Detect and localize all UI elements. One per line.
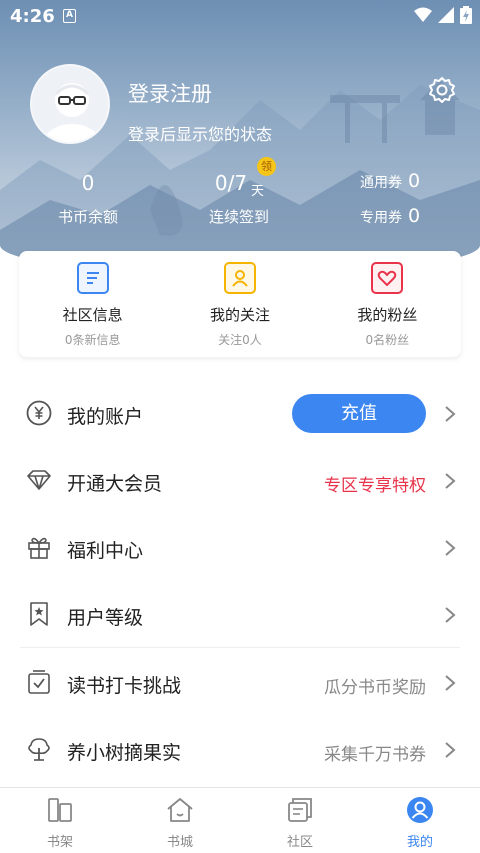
yen-coin-icon <box>26 400 52 426</box>
bottom-navigation: 书架 书城 社区 我的 <box>0 787 480 853</box>
heart-icon <box>371 262 404 294</box>
chevron-right-icon <box>445 742 456 758</box>
user-level-label: 用户等级 <box>67 607 144 629</box>
tree-game-row[interactable]: 养小树摘果实 采集千万书券 <box>0 716 480 783</box>
login-status-hint: 登录后显示您的状态 <box>128 125 273 144</box>
balance-label: 书币余额 <box>57 208 118 226</box>
following-sub: 关注0人 <box>218 333 262 347</box>
diamond-icon <box>27 470 51 490</box>
checkin-value[interactable]: 0/7 <box>206 171 256 195</box>
special-coupon[interactable]: 专用券 0 <box>360 205 420 227</box>
social-card: 社区信息 0条新信息 我的关注 关注0人 我的粉丝 0名粉丝 <box>19 251 461 357</box>
nav-bookstore-label: 书城 <box>166 835 193 850</box>
user-level-row[interactable]: 用户等级 <box>0 581 480 648</box>
wifi-icon <box>414 7 432 22</box>
nav-community[interactable]: 社区 <box>240 788 360 853</box>
nav-mine-label: 我的 <box>406 835 433 850</box>
chevron-right-icon <box>445 607 456 623</box>
following-title: 我的关注 <box>209 306 270 324</box>
battery-icon <box>460 6 472 24</box>
checkin-label: 连续签到 <box>208 208 269 226</box>
my-account-label: 我的账户 <box>67 406 144 428</box>
general-coupon-value: 0 <box>408 170 421 192</box>
gear-icon[interactable] <box>428 76 456 104</box>
status-bar: 4:26 A <box>0 0 480 32</box>
bookshelf-icon <box>48 798 72 822</box>
login-register-link[interactable]: 登录注册 <box>128 78 212 108</box>
nav-mine[interactable]: 我的 <box>360 788 480 853</box>
fans-sub: 0名粉丝 <box>365 333 410 347</box>
home-icon <box>167 798 193 822</box>
reading-challenge-label: 读书打卡挑战 <box>67 675 182 697</box>
profile-page: 4:26 A 登录注册 登录后显示您的状态 0 书币余额 0/7 天 领 连续签… <box>0 0 480 853</box>
gift-icon <box>28 537 50 559</box>
chevron-right-icon <box>445 473 456 489</box>
balance-value[interactable]: 0 <box>58 171 118 195</box>
nav-community-label: 社区 <box>286 835 313 850</box>
notification-a-icon: A <box>63 9 76 23</box>
section-divider <box>20 647 460 648</box>
tree-game-reward: 采集千万书券 <box>324 745 426 765</box>
nav-bookstore[interactable]: 书城 <box>120 788 240 853</box>
community-info-item[interactable]: 社区信息 0条新信息 <box>19 251 166 357</box>
special-coupon-value: 0 <box>408 205 421 227</box>
community-info-title: 社区信息 <box>62 306 123 324</box>
status-time: 4:26 <box>10 6 55 27</box>
tree-game-label: 养小树摘果实 <box>67 742 182 764</box>
special-coupon-label: 专用券 <box>360 210 402 226</box>
fans-title: 我的粉丝 <box>357 306 418 324</box>
avatar[interactable] <box>30 64 110 144</box>
community-icon <box>288 798 312 822</box>
person-icon <box>223 262 256 294</box>
claim-badge[interactable]: 领 <box>257 157 276 176</box>
reading-challenge-reward: 瓜分书币奖励 <box>324 678 426 698</box>
vip-row[interactable]: 开通大会员 专区专享特权 <box>0 447 480 514</box>
bookmark-star-icon <box>30 602 48 626</box>
recharge-button[interactable]: 充值 <box>292 394 426 433</box>
general-coupon-label: 通用券 <box>360 175 402 191</box>
chevron-right-icon <box>445 675 456 691</box>
status-icons <box>414 6 472 24</box>
my-account-row[interactable]: 我的账户 充值 <box>0 380 480 447</box>
checkin-unit: 天 <box>251 184 265 199</box>
fans-item[interactable]: 我的粉丝 0名粉丝 <box>314 251 461 357</box>
following-item[interactable]: 我的关注 关注0人 <box>166 251 313 357</box>
chevron-right-icon <box>445 540 456 556</box>
vip-label: 开通大会员 <box>67 473 163 495</box>
vip-privilege-text: 专区专享特权 <box>324 476 426 496</box>
profile-header: 4:26 A 登录注册 登录后显示您的状态 0 书币余额 0/7 天 领 连续签… <box>0 0 480 275</box>
reading-challenge-row[interactable]: 读书打卡挑战 瓜分书币奖励 <box>0 649 480 716</box>
message-list-icon <box>76 262 109 294</box>
nav-bookshelf[interactable]: 书架 <box>0 788 120 853</box>
general-coupon[interactable]: 通用券 0 <box>360 170 420 192</box>
community-info-sub: 0条新信息 <box>64 333 121 347</box>
welfare-label: 福利中心 <box>67 540 144 562</box>
chevron-right-icon <box>445 406 456 422</box>
welfare-row[interactable]: 福利中心 <box>0 514 480 581</box>
tree-icon <box>28 738 50 761</box>
checkin-icon <box>28 670 50 694</box>
profile-icon <box>407 797 433 823</box>
nav-bookshelf-label: 书架 <box>46 835 73 850</box>
signal-icon <box>438 7 454 23</box>
